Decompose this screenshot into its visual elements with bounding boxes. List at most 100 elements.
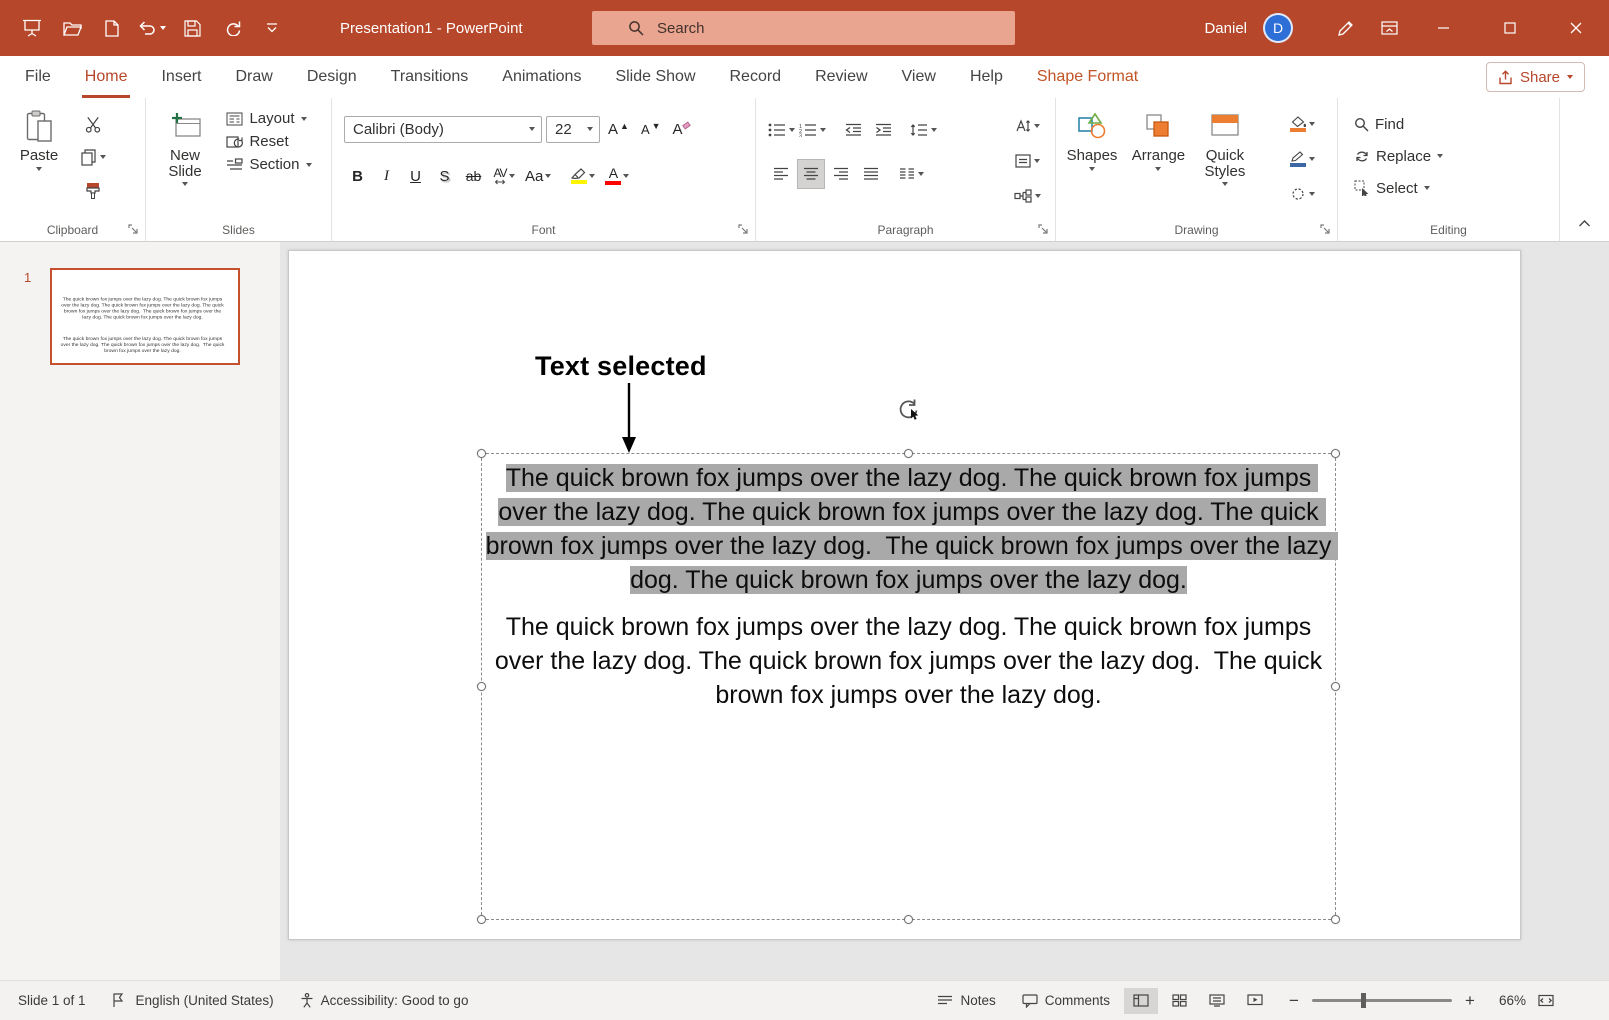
copy-button[interactable] [80, 143, 106, 171]
comments-button[interactable]: Comments [1022, 993, 1110, 1008]
align-text-button[interactable] [1014, 147, 1041, 175]
reset-button[interactable]: Reset [226, 133, 311, 150]
bold-button[interactable]: B [344, 161, 371, 191]
increase-font-size-button[interactable]: A▲ [604, 114, 633, 144]
arrange-button[interactable]: Arrange [1126, 98, 1190, 210]
resize-handle-top-middle[interactable] [904, 449, 913, 458]
align-right-button[interactable] [828, 160, 854, 188]
language-indicator[interactable]: English (United States) [136, 993, 274, 1008]
tab-draw[interactable]: Draw [218, 56, 289, 98]
tab-design[interactable]: Design [290, 56, 374, 98]
section-button[interactable]: Section [226, 156, 311, 173]
slide-number-indicator[interactable]: Slide 1 of 1 [18, 993, 86, 1008]
zoom-slider-thumb[interactable] [1361, 993, 1366, 1008]
resize-handle-top-left[interactable] [477, 449, 486, 458]
resize-handle-bottom-right[interactable] [1331, 915, 1340, 924]
drawing-dialog-launcher[interactable] [1319, 223, 1332, 236]
columns-button[interactable] [898, 160, 924, 188]
zoom-level[interactable]: 66% [1484, 993, 1526, 1008]
shape-fill-button[interactable] [1289, 110, 1315, 138]
tab-review[interactable]: Review [798, 56, 884, 98]
close-button[interactable] [1543, 0, 1609, 56]
slide[interactable]: Text selected The quick brown fox jumps … [288, 250, 1521, 940]
resize-handle-middle-right[interactable] [1331, 682, 1340, 691]
search-box[interactable]: Search [592, 11, 1015, 45]
fit-slide-to-window-button[interactable] [1538, 994, 1554, 1007]
shapes-button[interactable]: Shapes [1062, 98, 1122, 210]
increase-indent-button[interactable] [870, 116, 896, 144]
new-file-button[interactable] [92, 10, 132, 46]
redo-button[interactable] [212, 10, 252, 46]
tab-help[interactable]: Help [953, 56, 1020, 98]
tab-slide-show[interactable]: Slide Show [598, 56, 712, 98]
clear-formatting-button[interactable]: A [669, 114, 694, 144]
slide-sorter-view-button[interactable] [1162, 988, 1196, 1014]
zoom-out-button[interactable]: − [1286, 991, 1302, 1011]
text-shadow-button[interactable]: S [431, 161, 458, 191]
select-button[interactable]: Select [1354, 174, 1559, 202]
italic-button[interactable]: I [373, 161, 400, 191]
new-slide-button[interactable]: New Slide [154, 98, 216, 210]
accessibility-checker[interactable]: Accessibility: Good to go [300, 993, 469, 1008]
align-left-button[interactable] [768, 160, 794, 188]
tab-record[interactable]: Record [713, 56, 799, 98]
font-color-button[interactable]: A [601, 161, 633, 191]
paste-button[interactable]: Paste [10, 98, 68, 210]
customize-quick-access-button[interactable] [252, 10, 292, 46]
tab-shape-format[interactable]: Shape Format [1020, 56, 1155, 98]
underline-button[interactable]: U [402, 161, 429, 191]
slide-show-view-button[interactable] [1238, 988, 1272, 1014]
resize-handle-bottom-middle[interactable] [904, 915, 913, 924]
shape-outline-button[interactable] [1289, 145, 1315, 173]
font-family-select[interactable]: Calibri (Body) [344, 116, 542, 143]
tab-transitions[interactable]: Transitions [374, 56, 486, 98]
tab-animations[interactable]: Animations [485, 56, 598, 98]
line-spacing-button[interactable] [910, 116, 937, 144]
share-button[interactable]: Share [1486, 62, 1585, 92]
slideshow-button[interactable] [12, 10, 52, 46]
replace-button[interactable]: Replace [1354, 142, 1559, 170]
reading-view-button[interactable] [1200, 988, 1234, 1014]
font-dialog-launcher[interactable] [737, 223, 750, 236]
character-spacing-button[interactable]: AV [489, 161, 519, 191]
zoom-in-button[interactable]: + [1462, 991, 1478, 1011]
find-button[interactable]: Find [1354, 110, 1559, 138]
decrease-indent-button[interactable] [840, 116, 866, 144]
quick-styles-button[interactable]: Quick Styles [1195, 98, 1255, 210]
zoom-slider[interactable] [1312, 999, 1452, 1002]
tab-insert[interactable]: Insert [144, 56, 218, 98]
rotate-handle[interactable] [895, 397, 923, 430]
ribbon-display-options-button[interactable] [1367, 0, 1411, 56]
text-box[interactable]: The quick brown fox jumps over the lazy … [481, 453, 1336, 920]
tab-home[interactable]: Home [68, 56, 145, 98]
tab-file[interactable]: File [8, 56, 68, 98]
text-highlight-color-button[interactable] [567, 161, 599, 191]
align-center-button[interactable] [798, 160, 824, 188]
text-direction-button[interactable] [1014, 112, 1041, 140]
normal-view-button[interactable] [1124, 988, 1158, 1014]
font-size-select[interactable]: 22 [546, 116, 600, 143]
shape-effects-button[interactable] [1289, 180, 1315, 208]
format-painter-button[interactable] [80, 176, 106, 204]
ink-pen-button[interactable] [1323, 0, 1367, 56]
change-case-button[interactable]: Aa [521, 161, 555, 191]
clipboard-dialog-launcher[interactable] [127, 223, 140, 236]
paragraph-dialog-launcher[interactable] [1037, 223, 1050, 236]
maximize-button[interactable] [1477, 0, 1543, 56]
notes-button[interactable]: Notes [937, 993, 995, 1008]
numbering-button[interactable]: 123 [799, 116, 826, 144]
strikethrough-button[interactable]: ab [460, 161, 487, 191]
collapse-ribbon-button[interactable] [1578, 215, 1591, 233]
avatar[interactable]: D [1263, 13, 1293, 43]
layout-button[interactable]: Layout [226, 110, 311, 127]
open-button[interactable] [52, 10, 92, 46]
resize-handle-bottom-left[interactable] [477, 915, 486, 924]
justify-button[interactable] [858, 160, 884, 188]
bullets-button[interactable] [768, 116, 795, 144]
undo-menu-arrow[interactable] [160, 26, 166, 30]
resize-handle-middle-left[interactable] [477, 682, 486, 691]
minimize-button[interactable] [1411, 0, 1477, 56]
cut-button[interactable] [80, 110, 106, 138]
resize-handle-top-right[interactable] [1331, 449, 1340, 458]
slide-thumbnail[interactable]: The quick brown fox jumps over the lazy … [50, 268, 240, 365]
